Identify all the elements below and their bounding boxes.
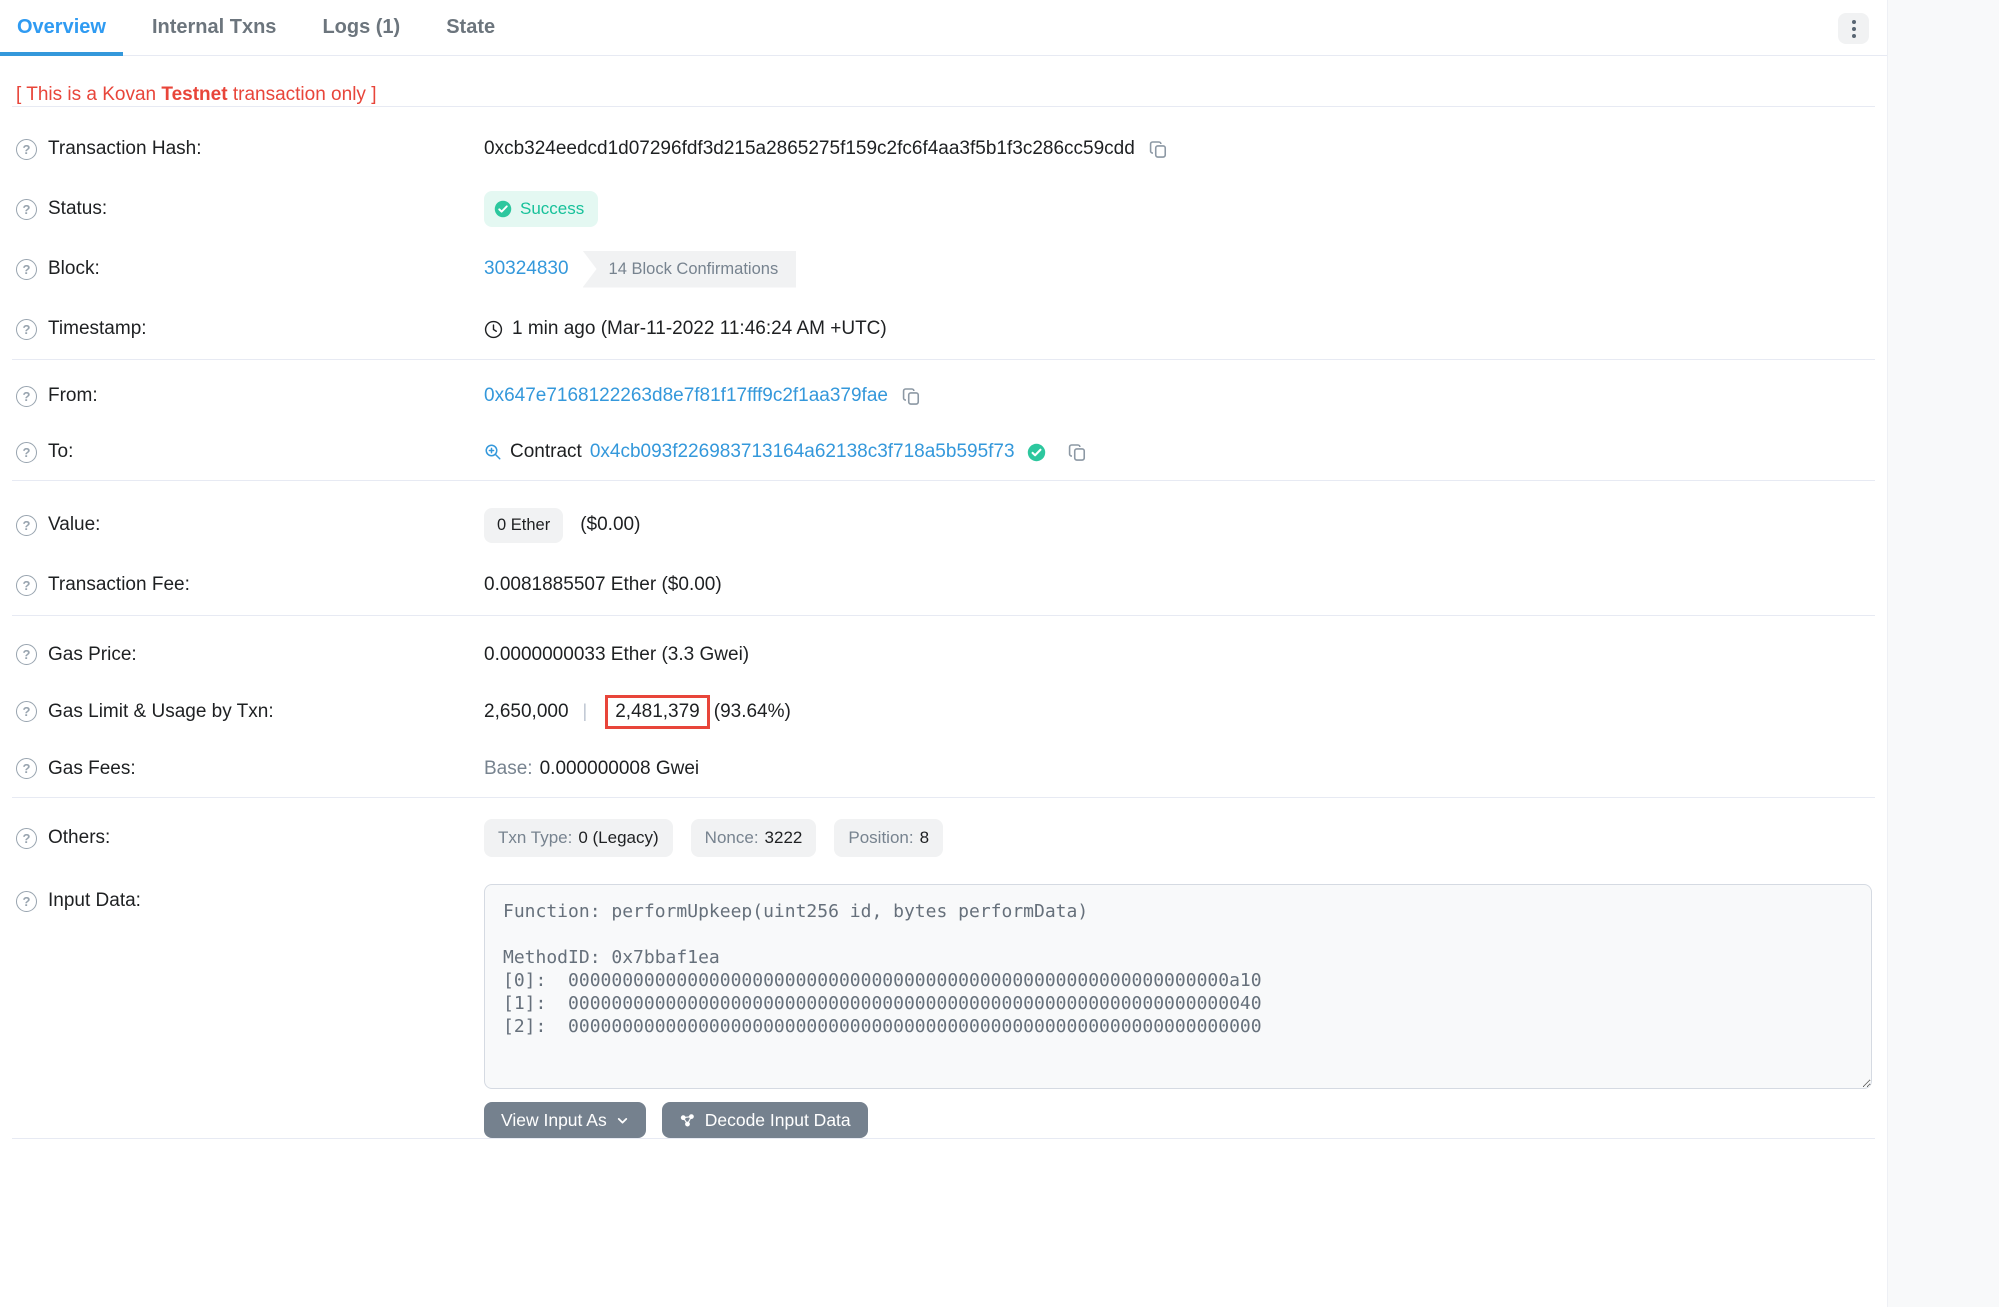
row-timestamp: ? Timestamp: 1 min ago (Mar-11-2022 11:4… [0,299,1887,359]
transaction-fee-label: Transaction Fee: [48,574,190,596]
help-icon[interactable]: ? [16,442,37,463]
gas-fees-label: Gas Fees: [48,758,136,780]
decode-icon [679,1112,696,1129]
block-number-link[interactable]: 30324830 [484,258,569,280]
tab-logs[interactable]: Logs (1) [305,0,417,56]
timestamp-value: 1 min ago (Mar-11-2022 11:46:24 AM +UTC) [512,318,887,340]
timestamp-label: Timestamp: [48,318,147,340]
status-value: Success [520,199,584,219]
copy-hash-button[interactable] [1149,140,1168,159]
decode-input-data-button[interactable]: Decode Input Data [662,1102,868,1138]
input-data-label: Input Data: [48,890,141,912]
help-icon[interactable]: ? [16,319,37,340]
help-icon[interactable]: ? [16,515,37,536]
notice-prefix: [ This is a Kovan [16,84,161,105]
section-overview-top: ? Transaction Hash: 0xcb324eedcd1d07296f… [0,107,1887,359]
tab-bar: Overview Internal Txns Logs (1) State [0,0,1887,56]
help-icon[interactable]: ? [16,139,37,160]
page-background-strip [1888,0,1999,1307]
section-others: ? Others: Txn Type: 0 (Legacy) Nonce: 32… [0,798,1887,1138]
block-confirmations-badge: 14 Block Confirmations [583,251,797,288]
copy-icon [1149,140,1168,159]
section-gas: ? Gas Price: 0.0000000033 Ether (3.3 Gwe… [0,616,1887,797]
tab-internal-txns[interactable]: Internal Txns [135,0,293,56]
help-icon[interactable]: ? [16,386,37,407]
gas-separator: | [583,701,588,722]
value-label: Value: [48,514,100,536]
transaction-hash-label: Transaction Hash: [48,138,201,160]
tab-state[interactable]: State [429,0,512,56]
help-icon[interactable]: ? [16,644,37,665]
more-options-button[interactable] [1838,13,1869,44]
row-transaction-hash: ? Transaction Hash: 0xcb324eedcd1d07296f… [0,119,1887,179]
gas-price-label: Gas Price: [48,644,137,666]
transaction-card: Overview Internal Txns Logs (1) State [ … [0,0,1888,1307]
from-address-link[interactable]: 0x647e7168122263d8e7f81f17fff9c2f1aa379f… [484,385,888,407]
clock-icon [484,320,503,339]
section-value: ? Value: 0 Ether ($0.00) ? Transaction F… [0,481,1887,615]
row-value: ? Value: 0 Ether ($0.00) [0,495,1887,555]
row-input-data: ? Input Data: Function: performUpkeep(ui… [0,868,1887,1138]
value-usd: ($0.00) [580,514,640,536]
input-data-textarea[interactable]: Function: performUpkeep(uint256 id, byte… [484,884,1872,1089]
help-icon[interactable]: ? [16,828,37,849]
gas-used-value: 2,481,379 [615,701,700,722]
view-input-as-button[interactable]: View Input As [484,1102,646,1138]
help-icon[interactable]: ? [16,701,37,722]
row-status: ? Status: Success [0,179,1887,239]
gas-price-value: 0.0000000033 Ether (3.3 Gwei) [484,644,749,666]
verified-check-icon [1027,443,1046,462]
copy-icon [902,387,921,406]
tab-overview[interactable]: Overview [0,0,123,56]
nonce-badge: Nonce: 3222 [691,819,817,857]
chevron-down-icon [616,1114,629,1127]
gas-limit-label: Gas Limit & Usage by Txn: [48,701,274,723]
help-icon[interactable]: ? [16,758,37,779]
gas-used-percent: (93.64%) [714,701,791,723]
testnet-notice: [ This is a Kovan Testnet transaction on… [16,84,1871,106]
others-label: Others: [48,827,110,849]
gas-base-value: 0.000000008 Gwei [540,758,700,780]
gas-limit-value: 2,650,000 [484,701,569,723]
txn-type-badge: Txn Type: 0 (Legacy) [484,819,673,857]
row-to: ? To: Contract 0x4cb093f226983713164a621… [0,424,1887,480]
help-icon[interactable]: ? [16,259,37,280]
position-badge: Position: 8 [834,819,943,857]
notice-bold: Testnet [161,84,227,105]
gas-base-label: Base: [484,758,533,780]
transaction-page: Overview Internal Txns Logs (1) State [ … [0,0,1999,1307]
input-data-actions: View Input As Decode Input Data [484,1102,1872,1138]
gas-used-highlight-box: 2,481,379 [605,695,710,729]
help-icon[interactable]: ? [16,199,37,220]
zoom-in-icon[interactable] [484,443,502,461]
copy-icon [1068,443,1087,462]
from-label: From: [48,385,98,407]
row-transaction-fee: ? Transaction Fee: 0.0081885507 Ether ($… [0,555,1887,615]
help-icon[interactable]: ? [16,891,37,912]
value-ether-badge: 0 Ether [484,508,563,543]
help-icon[interactable]: ? [16,575,37,596]
vertical-dots-icon [1852,20,1856,24]
divider [12,1138,1875,1139]
to-label: To: [48,441,73,463]
copy-from-button[interactable] [902,387,921,406]
row-from: ? From: 0x647e7168122263d8e7f81f17fff9c2… [0,368,1887,424]
status-badge: Success [484,191,598,227]
section-parties: ? From: 0x647e7168122263d8e7f81f17fff9c2… [0,360,1887,480]
status-label: Status: [48,198,107,220]
row-others: ? Others: Txn Type: 0 (Legacy) Nonce: 32… [0,808,1887,868]
row-gas-price: ? Gas Price: 0.0000000033 Ether (3.3 Gwe… [0,626,1887,683]
to-address-link[interactable]: 0x4cb093f226983713164a62138c3f718a5b595f… [590,441,1015,463]
block-label: Block: [48,258,100,280]
to-contract-prefix: Contract [510,441,582,463]
check-circle-icon [494,200,512,218]
row-gas-limit-usage: ? Gas Limit & Usage by Txn: 2,650,000 | … [0,683,1887,740]
row-gas-fees: ? Gas Fees: Base: 0.000000008 Gwei [0,740,1887,797]
transaction-fee-value: 0.0081885507 Ether ($0.00) [484,574,722,596]
row-block: ? Block: 30324830 14 Block Confirmations [0,239,1887,299]
notice-suffix: transaction only ] [228,84,377,105]
transaction-hash-value: 0xcb324eedcd1d07296fdf3d215a2865275f159c… [484,138,1135,160]
copy-to-button[interactable] [1068,443,1087,462]
